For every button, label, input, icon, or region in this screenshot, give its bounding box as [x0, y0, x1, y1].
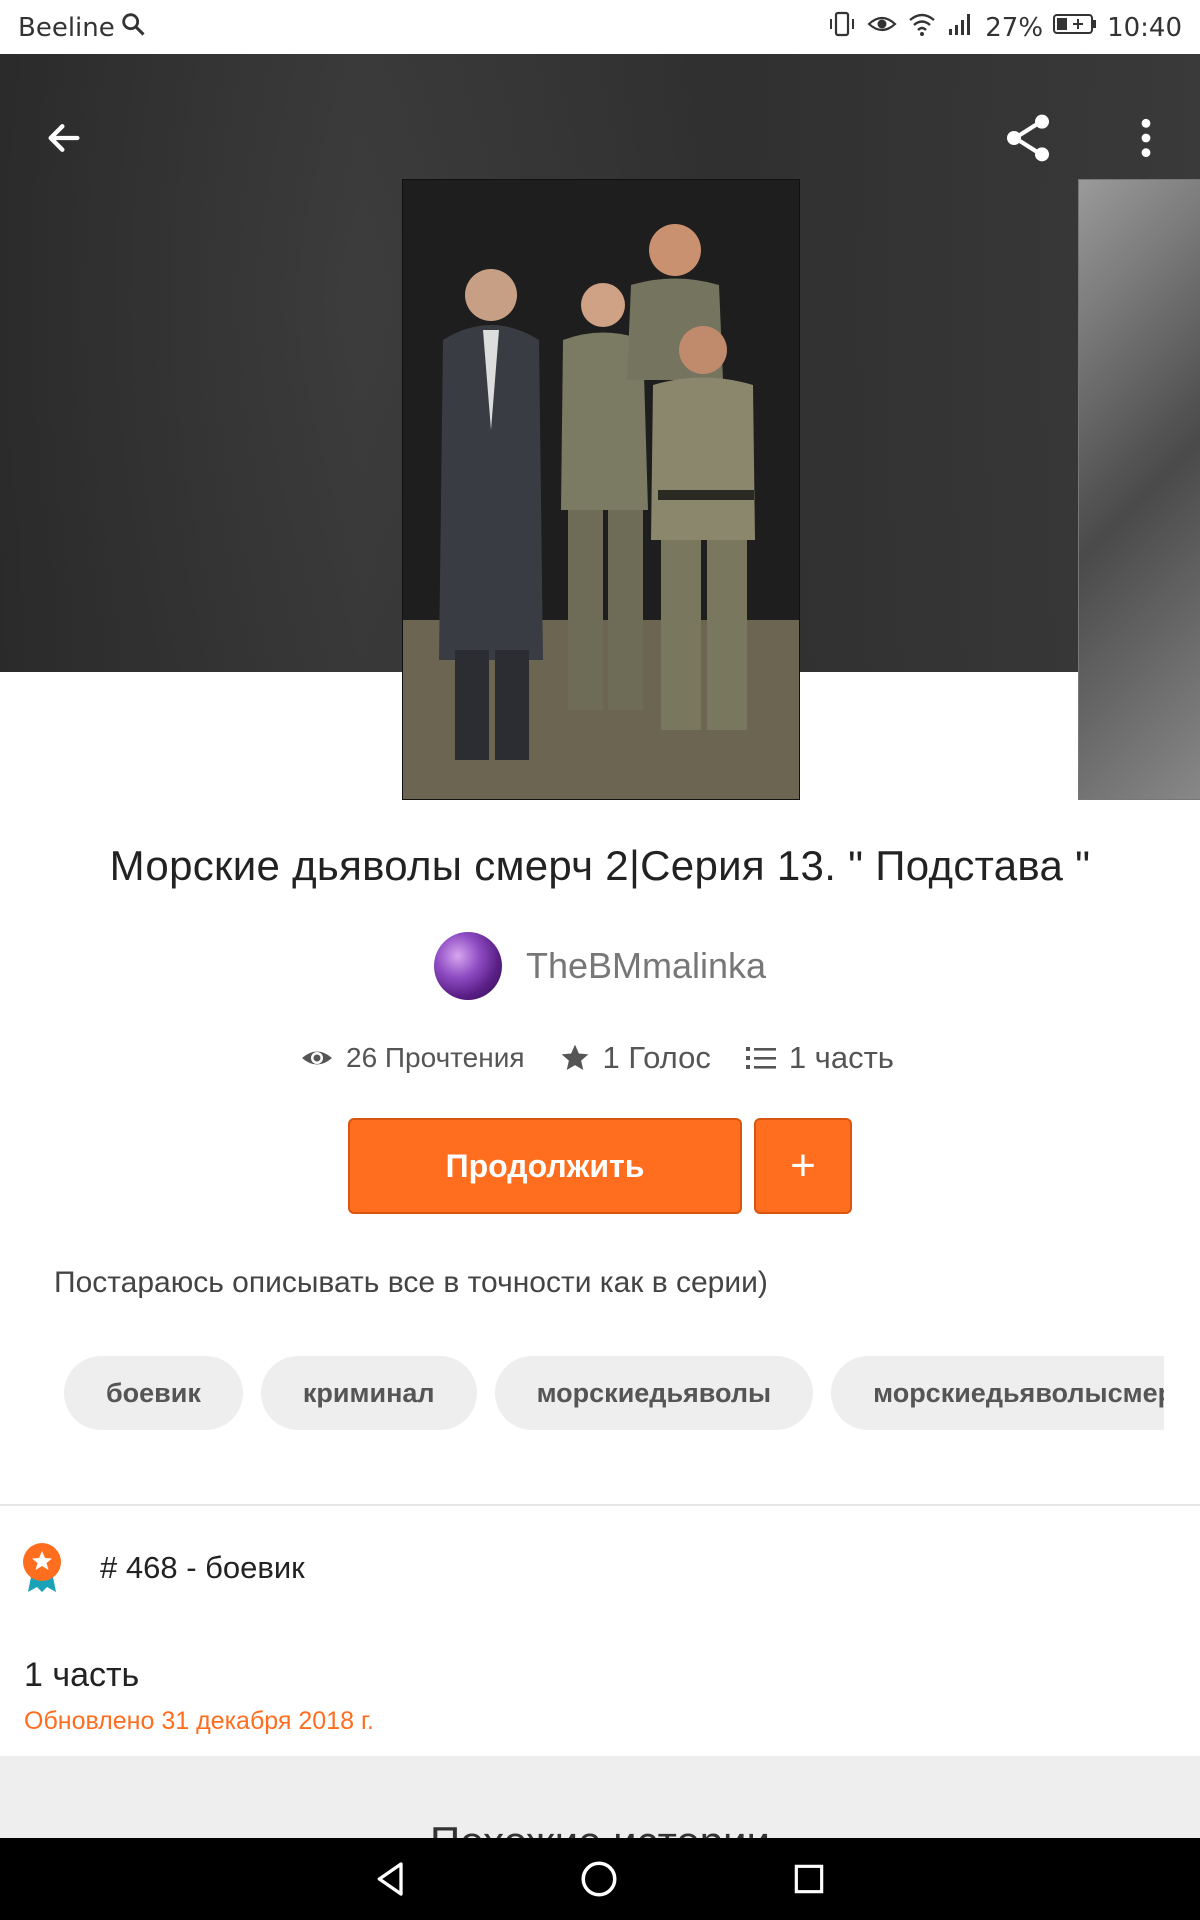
tag-chip[interactable]: морскиедьяволысмерч — [831, 1356, 1164, 1430]
nav-back-button[interactable] — [358, 1846, 424, 1912]
circle-home-icon — [581, 1861, 617, 1897]
eye-comfort-icon — [867, 10, 897, 45]
parts-stat: 1 часть — [745, 1040, 894, 1076]
author-name[interactable]: TheBMmalinka — [526, 945, 766, 987]
parts-heading[interactable]: 1 часть — [24, 1656, 139, 1695]
list-icon — [745, 1047, 776, 1069]
carrier-name: Beeline — [18, 12, 115, 43]
star-icon — [561, 1044, 588, 1070]
clock: 10:40 — [1107, 12, 1182, 43]
story-stats: 26 Прочтения 1 Голос 1 часть — [300, 1040, 894, 1076]
story-description: Постараюсь описывать все в точности как … — [54, 1266, 768, 1299]
similar-stories-title: Похожие истории — [0, 1818, 1200, 1838]
story-title: Морские дьяволы смерч 2|Серия 13. " Подс… — [109, 842, 1091, 889]
status-bar: Beeline 27% 10:40 — [0, 0, 1200, 54]
award-ribbon-icon — [23, 1543, 61, 1592]
battery-percent: 27% — [985, 12, 1044, 43]
parts-count: 1 часть — [788, 1040, 894, 1075]
section-divider — [0, 1504, 1200, 1506]
search-icon — [119, 10, 147, 45]
tag-list: боевик криминал морскиедьяволы морскиедь… — [64, 1356, 1164, 1430]
reads-stat: 26 Прочтения — [300, 1042, 525, 1074]
triangle-back-icon — [377, 1862, 403, 1896]
ranking-text: # 468 - боевик — [100, 1550, 305, 1585]
battery-icon — [1053, 12, 1097, 43]
tag-chip[interactable]: боевик — [64, 1356, 243, 1430]
add-to-library-button[interactable]: + — [754, 1118, 852, 1214]
avatar[interactable] — [434, 932, 502, 1000]
share-button[interactable] — [992, 102, 1064, 174]
next-story-cover[interactable] — [1078, 179, 1200, 800]
votes-count: 1 Голос — [602, 1040, 711, 1075]
vibrate-icon — [827, 10, 857, 45]
signal-icon — [947, 11, 975, 44]
story-cover[interactable] — [402, 179, 800, 800]
eye-icon — [302, 1051, 332, 1065]
continue-reading-button[interactable]: Продолжить — [348, 1118, 742, 1214]
share-icon — [1007, 114, 1049, 162]
author-link[interactable]: TheBMmalinka — [434, 932, 766, 1000]
nav-home-button[interactable] — [566, 1846, 632, 1912]
ranking-row[interactable]: # 468 - боевик — [20, 1542, 305, 1594]
back-button[interactable] — [28, 102, 100, 174]
reads-count: 26 Прочтения — [346, 1042, 525, 1073]
similar-stories-section: Похожие истории — [0, 1756, 1200, 1838]
wifi-icon — [907, 10, 937, 45]
cover-photo — [403, 180, 799, 799]
arrow-left-icon — [48, 124, 80, 152]
updated-date: Обновлено 31 декабря 2018 г. — [24, 1707, 374, 1735]
more-options-button[interactable] — [1110, 102, 1182, 174]
votes-stat: 1 Голос — [559, 1040, 711, 1076]
system-nav-bar — [0, 1838, 1200, 1920]
more-vertical-icon — [1141, 118, 1151, 158]
nav-recents-button[interactable] — [776, 1846, 842, 1912]
square-recents-icon — [794, 1864, 824, 1894]
tag-chip[interactable]: криминал — [260, 1356, 477, 1430]
tag-chip[interactable]: морскиедьяволы — [494, 1356, 814, 1430]
